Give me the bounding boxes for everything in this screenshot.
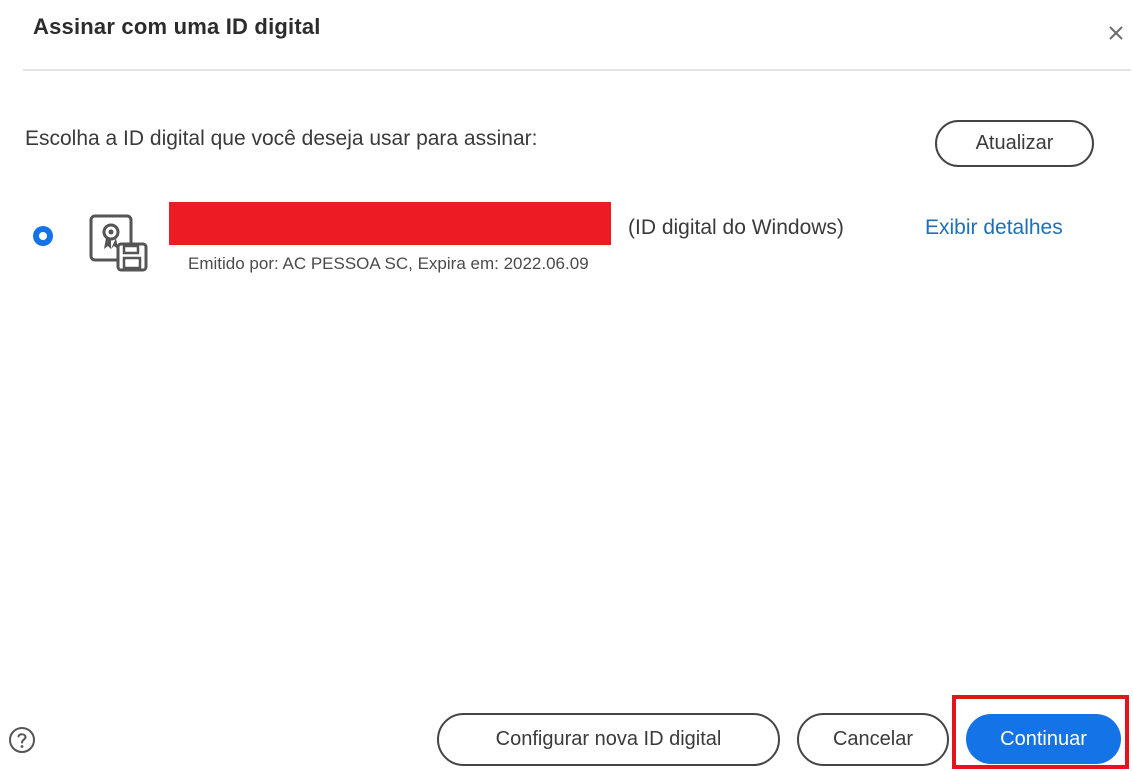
- refresh-button[interactable]: Atualizar: [935, 120, 1094, 167]
- certificate-icon: [89, 214, 148, 272]
- id-radio-selected[interactable]: [33, 226, 53, 246]
- configure-new-id-button[interactable]: Configurar nova ID digital: [437, 713, 780, 766]
- close-icon: [1109, 26, 1123, 40]
- sign-with-digital-id-dialog: Assinar com uma ID digital Escolha a ID …: [0, 0, 1133, 771]
- continue-button[interactable]: Continuar: [966, 714, 1121, 764]
- help-button[interactable]: [6, 724, 38, 756]
- id-type-label: (ID digital do Windows): [628, 216, 844, 239]
- choose-id-prompt: Escolha a ID digital que você deseja usa…: [25, 127, 538, 150]
- header-divider: [23, 69, 1131, 71]
- dialog-title: Assinar com uma ID digital: [33, 14, 321, 39]
- help-icon: [9, 727, 35, 753]
- redacted-id-name: [169, 202, 611, 245]
- issuer-expiry-text: Emitido por: AC PESSOA SC, Expira em: 20…: [188, 254, 589, 273]
- cancel-button[interactable]: Cancelar: [797, 713, 949, 766]
- radio-dot: [39, 232, 47, 240]
- close-button[interactable]: [1102, 18, 1130, 46]
- show-details-link[interactable]: Exibir detalhes: [925, 216, 1063, 240]
